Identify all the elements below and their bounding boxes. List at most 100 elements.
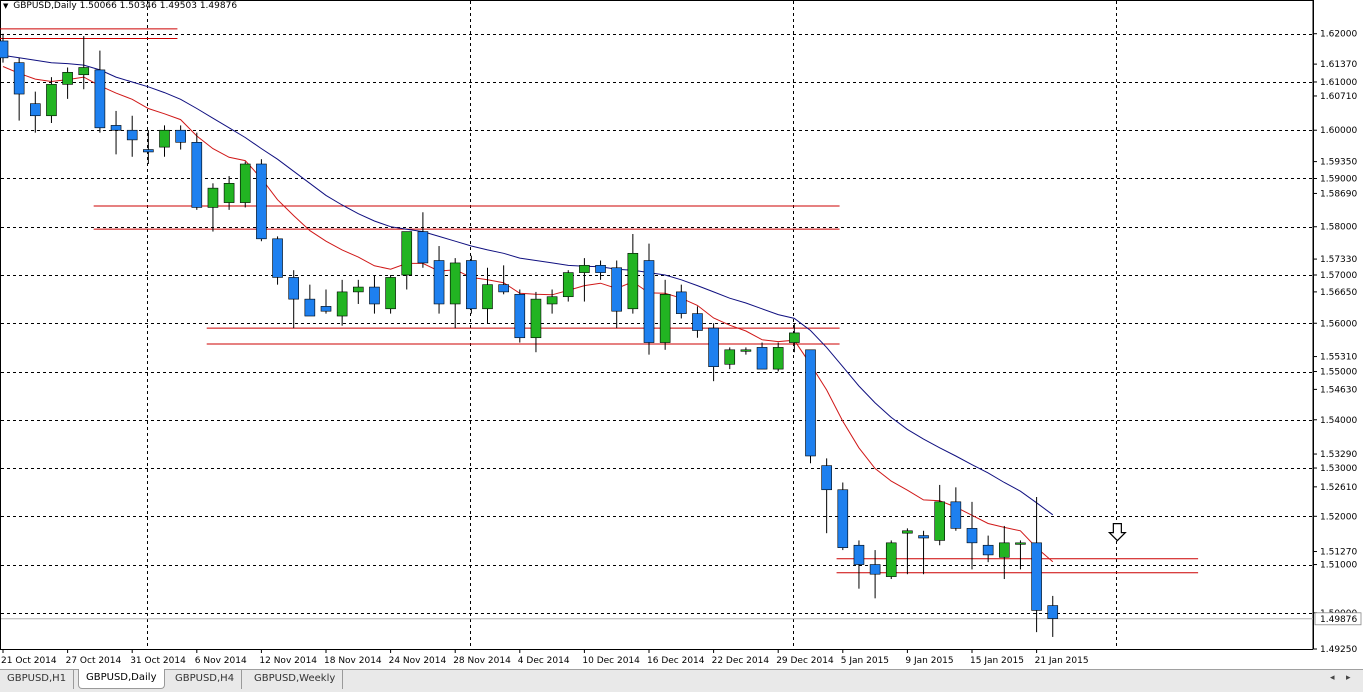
date-tick-label: 22 Dec 2014 (712, 656, 770, 666)
tab-label: GBPUSD,Weekly (254, 673, 336, 684)
price-tick-label: 1.58000 (1320, 223, 1357, 233)
candle (659, 279, 671, 350)
candle (756, 342, 768, 370)
down-arrow-icon (1107, 522, 1127, 542)
candle-body-bearish (304, 298, 316, 317)
date-tick-label: 27 Oct 2014 (66, 656, 122, 666)
candle-body-bearish (143, 149, 154, 153)
price-tick-label: 1.54630 (1320, 385, 1357, 395)
price-tick-label: 1.55000 (1320, 368, 1357, 378)
candle (530, 291, 542, 353)
candle (514, 289, 526, 343)
chart-canvas[interactable]: 1.62000 1.61370 1.61000 1.60710 1.60000 1.593… (0, 0, 1363, 669)
candle (78, 36, 90, 90)
candle (110, 110, 122, 155)
candle-body-bearish (869, 564, 881, 575)
candle-body-bullish (724, 349, 736, 365)
scroll-left-icon[interactable]: ◂ (1330, 673, 1335, 683)
candle-body-bullish (159, 129, 170, 148)
tab-gbpusd-weekly[interactable]: GBPUSD,Weekly (247, 670, 344, 689)
candle (498, 265, 509, 295)
candle (175, 125, 186, 150)
candle-body-bullish (659, 294, 671, 343)
price-tick-label: 1.62000 (1320, 30, 1357, 40)
candle-body-bearish (966, 528, 978, 544)
candle-body-bullish (336, 291, 348, 317)
candle (256, 159, 267, 242)
candle-body-bearish (514, 294, 526, 339)
candle (675, 284, 687, 319)
candle-body-bullish (482, 284, 493, 310)
date-tick-label: 31 Oct 2014 (130, 656, 186, 666)
candle-body-bearish (611, 267, 623, 312)
tab-gbpusd-daily[interactable]: GBPUSD,Daily (78, 669, 165, 689)
candle (1047, 595, 1059, 637)
candle (13, 57, 25, 121)
triangle-down-icon: ▼ (3, 2, 9, 10)
candle (837, 482, 849, 551)
date-tick-label: 6 Nov 2014 (195, 656, 247, 666)
tab-gbpusd-h1[interactable]: GBPUSD,H1 (0, 670, 75, 689)
candle (934, 484, 946, 546)
candle-body-bearish (675, 291, 687, 314)
candle-body-bullish (78, 67, 90, 76)
candle (336, 279, 348, 326)
candle-body-bullish (46, 84, 57, 117)
candle-body-bearish (272, 238, 283, 278)
price-tick-label: 1.59350 (1320, 158, 1357, 168)
candle (288, 270, 300, 329)
candle (869, 550, 881, 599)
candle-body-bullish (789, 332, 800, 343)
candle-body-bearish (708, 327, 719, 367)
date-tick-label: 5 Jan 2015 (841, 656, 889, 666)
candle (369, 275, 380, 314)
price-tick-label: 1.57000 (1320, 271, 1357, 281)
candle-body-bearish (0, 40, 9, 59)
candle (902, 528, 913, 575)
date-tick-label: 21 Jan 2015 (1035, 656, 1089, 666)
candle (272, 236, 283, 285)
candle-body-bullish (740, 349, 752, 352)
candle (643, 243, 655, 355)
tab-label: GBPUSD,H1 (7, 673, 67, 684)
candle-body-bearish (417, 231, 429, 264)
candle (805, 349, 816, 464)
scroll-right-icon[interactable]: ▸ (1346, 673, 1351, 683)
candle-body-bearish (256, 163, 267, 240)
tab-gbpusd-h4[interactable]: GBPUSD,H4 (168, 670, 243, 689)
date-tick-label: 29 Dec 2014 (776, 656, 834, 666)
candle-body-bearish (110, 125, 122, 131)
price-tick-label: 1.56000 (1320, 319, 1357, 329)
candle-body-bearish (13, 62, 25, 95)
candle (207, 183, 219, 232)
candle (918, 530, 929, 575)
candle (853, 540, 865, 589)
candle (29, 91, 41, 133)
candle (724, 347, 736, 370)
price-tick-label: 1.60000 (1320, 126, 1357, 136)
candle-body-bearish (692, 313, 703, 331)
candle-body-bullish (385, 277, 396, 310)
tab-label: GBPUSD,Daily (86, 672, 157, 683)
symbol-timeframe: GBPUSD,Daily (13, 1, 77, 11)
candle (740, 347, 752, 355)
candle (562, 270, 574, 302)
candle (546, 289, 558, 314)
candle-body-bearish (918, 535, 929, 539)
candle-body-bearish (498, 284, 509, 293)
candle (595, 260, 606, 280)
current-price-label: 1.49876 (1320, 615, 1357, 625)
date-tick-label: 28 Nov 2014 (453, 656, 511, 666)
candle (772, 342, 784, 372)
price-chart[interactable]: 1.62000 1.61370 1.61000 1.60710 1.60000 1.593… (0, 0, 1363, 669)
date-tick-label: 9 Jan 2015 (905, 656, 953, 666)
candle (159, 125, 170, 157)
date-tick-label: 21 Oct 2014 (1, 656, 57, 666)
candle (998, 525, 1010, 580)
candle-body-bullish (902, 530, 913, 534)
candle-body-bullish (530, 298, 542, 339)
candle (466, 255, 477, 314)
date-tick-label: 18 Nov 2014 (324, 656, 382, 666)
candle (239, 161, 251, 208)
date-tick-label: 24 Nov 2014 (389, 656, 447, 666)
